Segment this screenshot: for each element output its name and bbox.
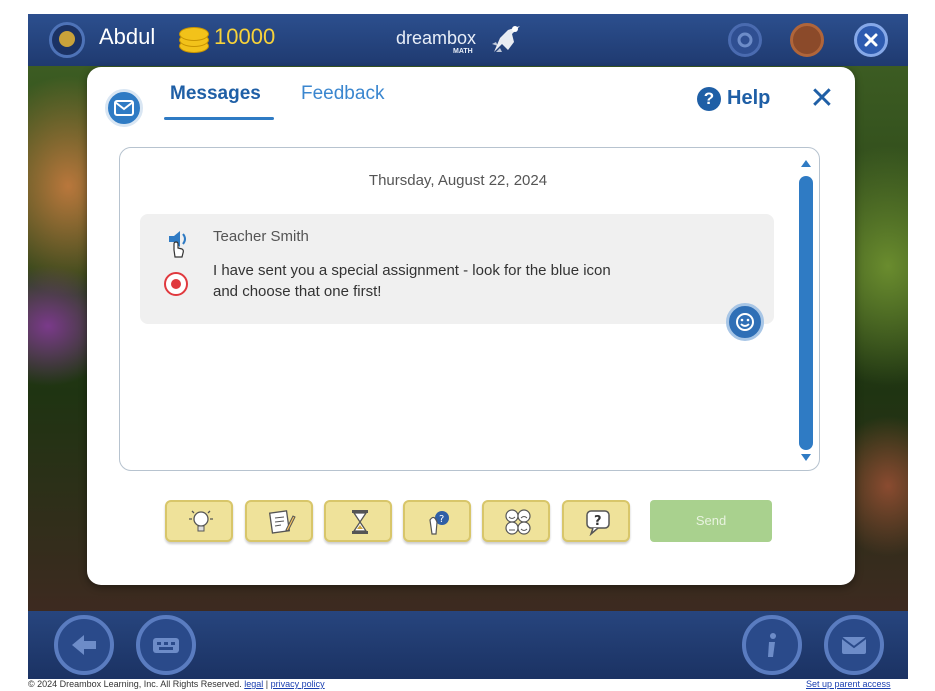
lightbulb-icon (189, 510, 213, 532)
close-button[interactable]: ✕ (807, 84, 837, 115)
smiley-icon (736, 313, 754, 331)
privacy-policy-link[interactable]: privacy policy (271, 679, 325, 689)
svg-text:?: ? (594, 514, 602, 529)
brand-logo-text: dreambox (396, 28, 477, 48)
message-date: Thursday, August 22, 2024 (368, 172, 548, 189)
settings-gear-button[interactable] (728, 23, 762, 57)
message-text: I have sent you a special assignment - l… (213, 262, 611, 300)
help-label: Help (727, 87, 771, 109)
mail-button[interactable] (824, 615, 884, 675)
question-thinking-icon: ? (429, 511, 449, 535)
send-button[interactable]: Send (650, 500, 772, 542)
help-button[interactable]: ? Help (697, 87, 770, 113)
sticker-hourglass[interactable] (324, 500, 392, 542)
emoji-faces-icon (505, 509, 531, 535)
messages-modal: Messages Feedback ? Help ✕ Thursday, Augu… (87, 67, 855, 585)
close-circle-icon (864, 33, 878, 47)
message-list[interactable]: Thursday, August 22, 2024 Teacher Smith … (119, 147, 820, 471)
info-button[interactable] (742, 615, 802, 675)
question-circle-icon: ? (697, 87, 721, 111)
tab-messages[interactable]: Messages (170, 83, 261, 105)
info-icon (768, 633, 776, 657)
gear-icon (737, 32, 753, 48)
back-button[interactable] (54, 615, 114, 675)
question-bubble-icon: ? (586, 510, 610, 536)
message-sender: Teacher Smith (213, 228, 309, 245)
sticker-lightbulb[interactable] (165, 500, 233, 542)
emoji-reaction-button[interactable] (726, 303, 764, 341)
sticker-question-thinking[interactable]: ? (403, 500, 471, 542)
arrow-left-icon (72, 635, 96, 655)
brand-logo-subtext: MATH (453, 48, 473, 55)
top-bar: Abdul 10000 dreambox MATH (28, 14, 908, 66)
scroll-down-arrow-icon[interactable] (801, 454, 811, 461)
envelope-icon (105, 89, 143, 127)
scroll-up-arrow-icon[interactable] (801, 160, 811, 167)
coin-stack-icon (179, 25, 209, 53)
bottom-bar (28, 611, 908, 679)
profile-button[interactable] (790, 23, 824, 57)
rocket-logo-icon (492, 26, 520, 52)
parent-access-link[interactable]: Set up parent access (806, 679, 891, 689)
footer-copyright: © 2024 Dreambox Learning, Inc. All Right… (28, 679, 325, 689)
scrollbar[interactable] (796, 156, 816, 464)
tab-feedback[interactable]: Feedback (301, 83, 384, 105)
footer-separator: | (265, 679, 269, 689)
sticker-emoji-faces[interactable] (482, 500, 550, 542)
record-icon[interactable] (164, 272, 188, 296)
keyboard-button[interactable] (136, 615, 196, 675)
svg-text:?: ? (439, 514, 444, 525)
scroll-thumb[interactable] (799, 176, 813, 450)
coin-count: 10000 (214, 24, 276, 49)
sticker-notepad[interactable] (245, 500, 313, 542)
hourglass-icon (352, 510, 368, 534)
exit-button[interactable] (854, 23, 888, 57)
legal-link[interactable]: legal (244, 679, 263, 689)
username: Abdul (99, 24, 156, 49)
notepad-pencil-icon (268, 510, 296, 534)
speaker-icon[interactable] (166, 228, 190, 258)
envelope-icon (841, 637, 867, 654)
message-bubble: Teacher Smith I have sent you a special … (140, 214, 774, 324)
active-tab-indicator (164, 117, 274, 120)
sticker-question-bubble[interactable]: ? (562, 500, 630, 542)
keyboard-icon (153, 638, 179, 653)
copyright-text: © 2024 Dreambox Learning, Inc. All Right… (28, 679, 242, 689)
avatar[interactable] (49, 22, 85, 58)
